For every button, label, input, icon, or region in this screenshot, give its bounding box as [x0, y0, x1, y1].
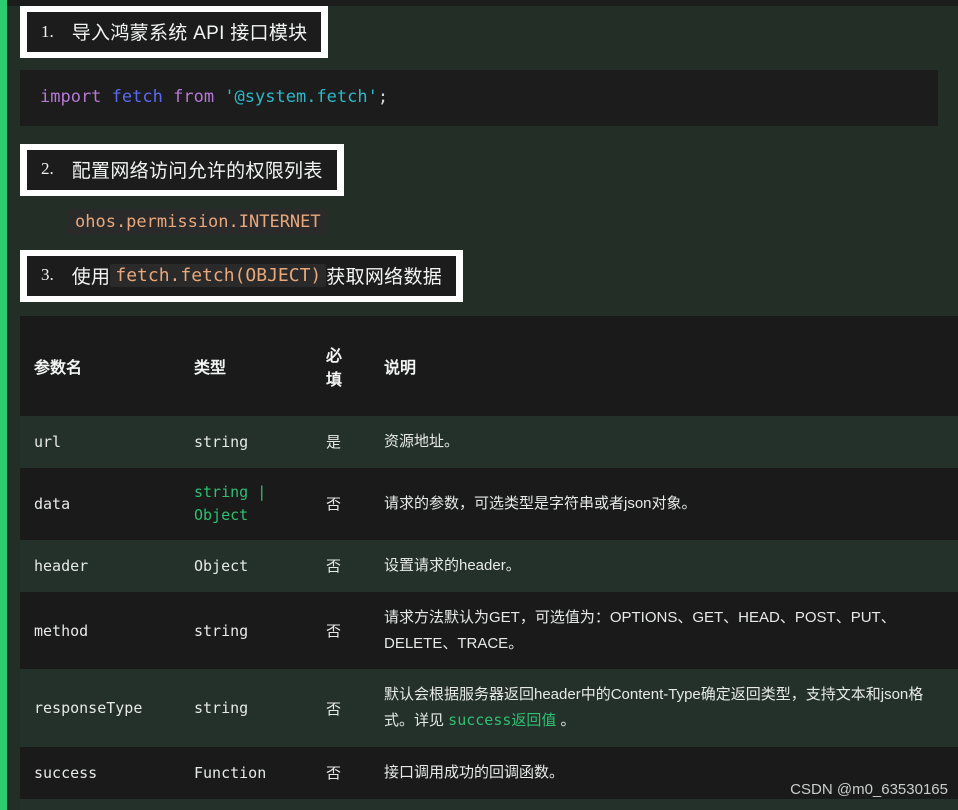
cell-param-name: responseType	[20, 669, 180, 748]
col-header-name: 参数名	[20, 315, 180, 416]
step-3-inline-code: fetch.fetch(OBJECT)	[110, 263, 327, 287]
parameter-table: 参数名 类型 必填 说明 url string 是 资源地址。 data str…	[20, 315, 958, 810]
code-keyword-from: from	[173, 87, 215, 107]
step-3-label-before: 使用	[71, 266, 111, 288]
cell-param-desc: 请求方法默认为GET，可选值为：OPTIONS、GET、HEAD、POST、PU…	[370, 591, 958, 670]
code-identifier-fetch: fetch	[111, 87, 163, 107]
table-row: responseType string 否 默认会根据服务器返回header中的…	[20, 669, 958, 748]
parameter-table-wrapper: 参数名 类型 必填 说明 url string 是 资源地址。 data str…	[20, 315, 958, 810]
cell-param-required: 否	[312, 591, 370, 670]
cell-param-name: success	[20, 747, 180, 799]
cell-param-required: 否	[312, 798, 370, 810]
table-head: 参数名 类型 必填 说明	[20, 315, 958, 416]
code-keyword-import: import	[40, 87, 102, 107]
step-1-heading: 1. 导入鸿蒙系统 API 接口模块	[27, 12, 322, 52]
cell-param-required: 否	[312, 467, 370, 541]
table-row: header Object 否 设置请求的header。	[20, 540, 958, 592]
table-row: url string 是 资源地址。	[20, 415, 958, 468]
code-string-module: '@system.fetch'	[224, 87, 378, 107]
cell-param-name: url	[20, 415, 180, 468]
cell-param-desc: 接口调用失败的回调函数。	[370, 798, 958, 810]
cell-param-name: header	[20, 540, 180, 592]
permission-code-chip: ohos.permission.INTERNET	[68, 208, 328, 235]
success-return-value-link[interactable]: success返回值	[448, 711, 556, 729]
cell-param-type: string	[180, 669, 312, 748]
cell-param-type: Function	[180, 798, 312, 810]
table-row: fail Function 否 接口调用失败的回调函数。	[20, 798, 958, 810]
cell-param-name: fail	[20, 798, 180, 810]
cell-param-required: 否	[312, 669, 370, 748]
page-root: 1. 导入鸿蒙系统 API 接口模块 import fetch from '@s…	[0, 0, 958, 810]
col-header-type: 类型	[180, 315, 312, 416]
table-body: url string 是 资源地址。 data string | Object …	[20, 415, 958, 810]
col-header-required: 必填	[312, 315, 370, 416]
left-accent-rail	[0, 0, 7, 810]
cell-param-type: Function	[180, 747, 312, 799]
cell-param-required: 否	[312, 747, 370, 799]
step-1-number: 1.	[41, 21, 54, 41]
step-2-number: 2.	[41, 159, 54, 179]
cell-param-name: method	[20, 591, 180, 670]
step-2-label: 配置网络访问允许的权限列表	[71, 160, 323, 182]
cell-param-required: 否	[312, 540, 370, 592]
cell-param-desc: 资源地址。	[370, 415, 958, 468]
cell-param-type: Object	[180, 540, 312, 592]
step-2-heading: 2. 配置网络访问允许的权限列表	[27, 149, 337, 190]
step-3-number: 3.	[41, 265, 54, 285]
desc-text-after: 。	[556, 712, 576, 730]
content-area: 1. 导入鸿蒙系统 API 接口模块 import fetch from '@s…	[0, 6, 958, 810]
csdn-watermark: CSDN @m0_63530165	[790, 781, 948, 798]
permission-line: ohos.permission.INTERNET	[68, 208, 958, 235]
cell-param-name: data	[20, 467, 180, 541]
step-1-label: 导入鸿蒙系统 API 接口模块	[71, 23, 308, 44]
cell-param-type: string	[180, 591, 312, 670]
cell-param-type: string | Object	[180, 467, 312, 541]
cell-param-required: 是	[312, 415, 370, 468]
table-header-row: 参数名 类型 必填 说明	[20, 315, 958, 416]
step-1-highlight-box: 1. 导入鸿蒙系统 API 接口模块	[20, 6, 329, 58]
cell-param-type: string	[180, 415, 312, 468]
cell-param-desc: 默认会根据服务器返回header中的Content-Type确定返回类型，支持文…	[370, 669, 958, 748]
step-2-highlight-box: 2. 配置网络访问允许的权限列表	[20, 143, 344, 196]
step-3-label-after: 获取网络数据	[326, 266, 443, 288]
cell-param-desc: 请求的参数，可选类型是字符串或者json对象。	[370, 467, 958, 541]
table-row: data string | Object 否 请求的参数，可选类型是字符串或者j…	[20, 467, 958, 541]
table-row: method string 否 请求方法默认为GET，可选值为：OPTIONS、…	[20, 591, 958, 670]
col-header-description: 说明	[370, 315, 958, 416]
code-punct-semicolon: ;	[377, 87, 389, 107]
import-code-block: import fetch from '@system.fetch';	[20, 70, 938, 126]
step-3-heading: 3. 使用 fetch.fetch(OBJECT) 获取网络数据	[27, 255, 457, 296]
step-3-highlight-box: 3. 使用 fetch.fetch(OBJECT) 获取网络数据	[20, 249, 464, 302]
cell-param-desc: 设置请求的header。	[370, 540, 958, 592]
